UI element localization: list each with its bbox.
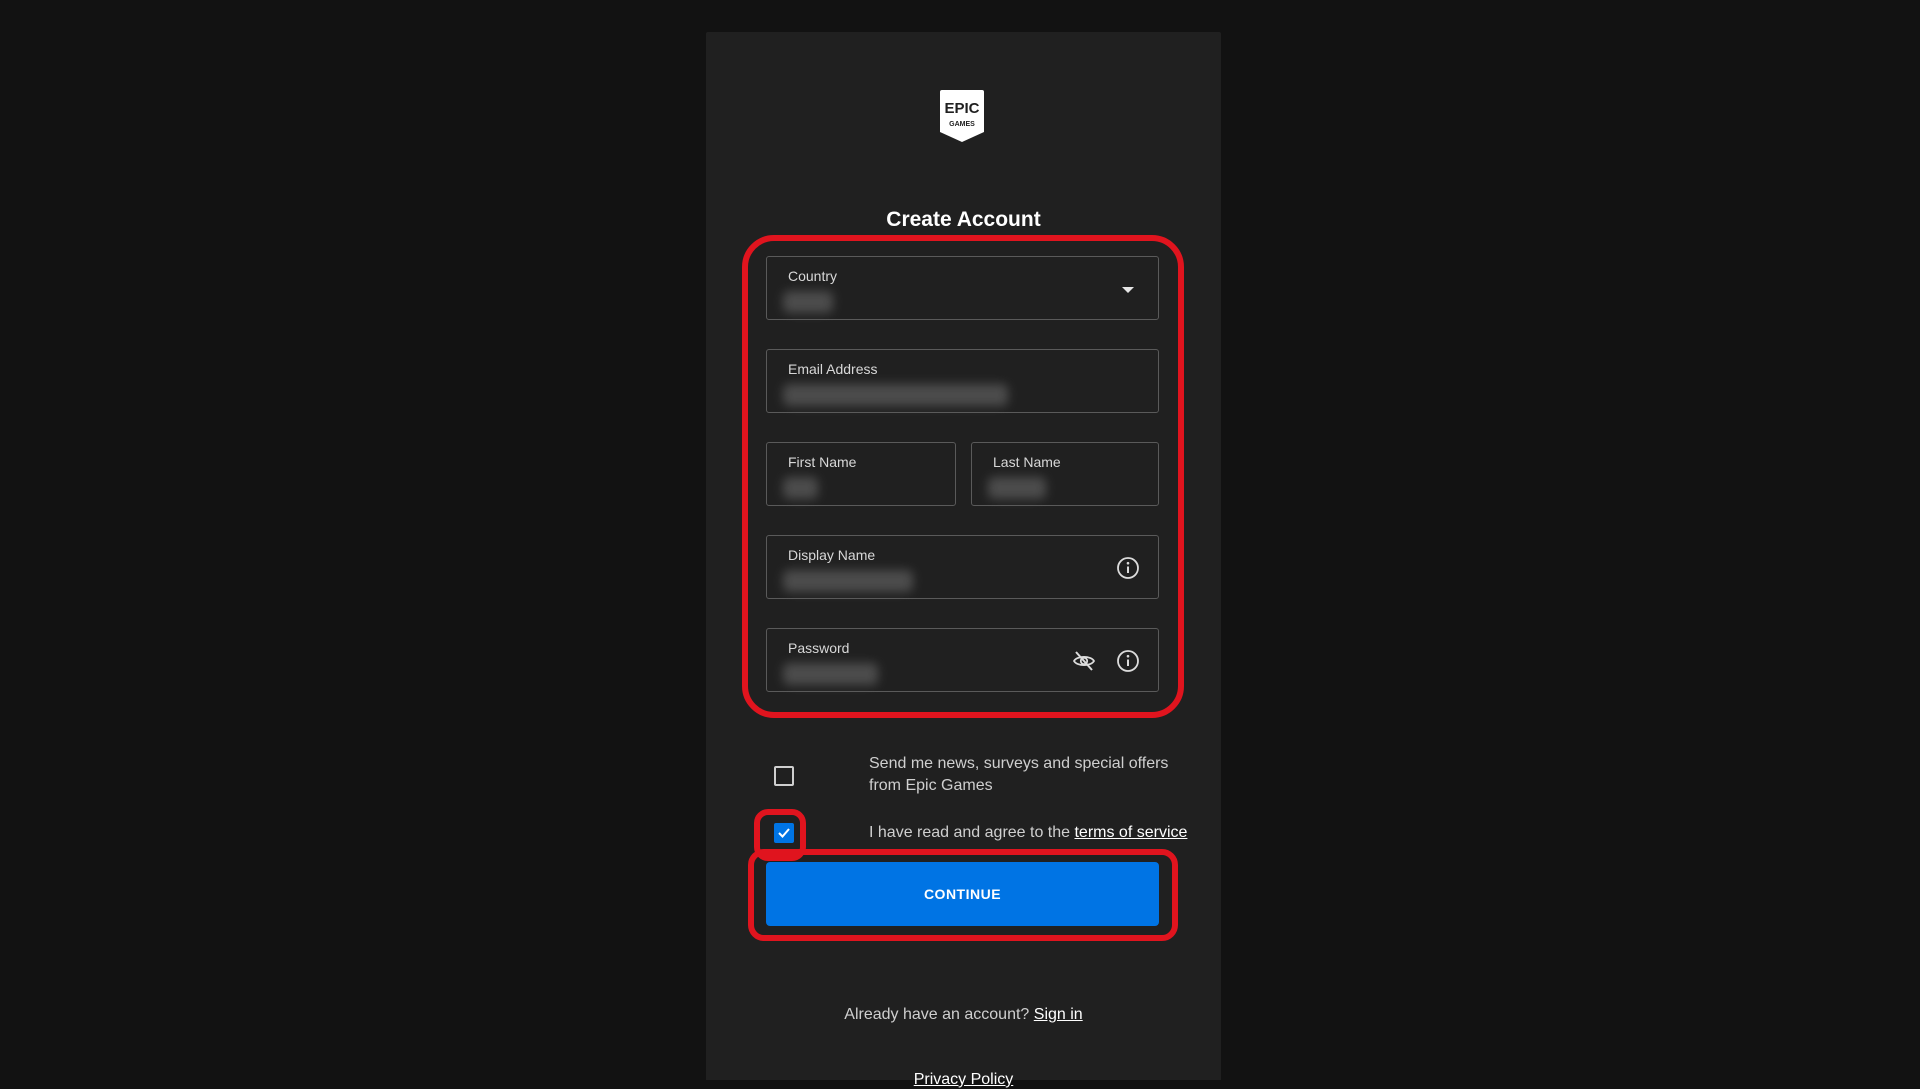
epic-games-logo: EPIC GAMES: [940, 90, 984, 142]
newsletter-text-line1: Send me news, surveys and special offers: [869, 755, 1169, 772]
first-name-field[interactable]: First Name: [766, 442, 956, 506]
email-label: Email Address: [788, 361, 878, 377]
display-name-label: Display Name: [788, 547, 876, 563]
last-name-label: Last Name: [993, 454, 1061, 470]
newsletter-text-line2: from Epic Games: [869, 777, 993, 794]
last-name-value-redacted: [988, 477, 1046, 499]
country-label: Country: [788, 268, 838, 284]
eye-off-icon[interactable]: [1072, 649, 1096, 673]
signin-link[interactable]: Sign in: [1034, 1006, 1083, 1023]
info-icon[interactable]: [1116, 556, 1140, 580]
country-select[interactable]: Country: [766, 256, 1159, 320]
last-name-field[interactable]: Last Name: [971, 442, 1159, 506]
signin-row: Already have an account? Sign in: [706, 1006, 1221, 1024]
terms-text: I have read and agree to the terms of se…: [869, 822, 1187, 844]
privacy-row: Privacy Policy: [706, 1071, 1221, 1089]
info-icon[interactable]: [1116, 649, 1140, 673]
check-icon: [778, 828, 790, 838]
terms-checkbox[interactable]: [774, 823, 794, 843]
logo-text-epic: EPIC: [944, 100, 979, 117]
display-name-field[interactable]: Display Name: [766, 535, 1159, 599]
display-name-value-redacted: [783, 570, 913, 592]
logo-text-games: GAMES: [949, 121, 975, 128]
country-value-redacted: [783, 291, 833, 313]
password-value-redacted: [783, 663, 878, 685]
page-title: Create Account: [886, 208, 1041, 231]
newsletter-checkbox[interactable]: [774, 766, 794, 786]
email-field[interactable]: Email Address: [766, 349, 1159, 413]
terms-of-service-link[interactable]: terms of service: [1074, 824, 1187, 841]
email-value-redacted: [783, 384, 1008, 406]
first-name-label: First Name: [788, 454, 857, 470]
terms-row: I have read and agree to the terms of se…: [766, 821, 1187, 845]
password-label: Password: [788, 640, 850, 656]
password-field[interactable]: Password: [766, 628, 1159, 692]
continue-button[interactable]: CONTINUE: [766, 862, 1159, 926]
first-name-value-redacted: [783, 477, 818, 499]
terms-prefix: I have read and agree to the: [869, 824, 1075, 841]
chevron-down-icon[interactable]: [1122, 287, 1134, 293]
signup-panel: EPIC GAMES Create Account Country Email …: [706, 32, 1221, 1088]
newsletter-row: Send me news, surveys and special offers…: [766, 753, 1168, 799]
signin-prompt: Already have an account?: [844, 1006, 1030, 1023]
